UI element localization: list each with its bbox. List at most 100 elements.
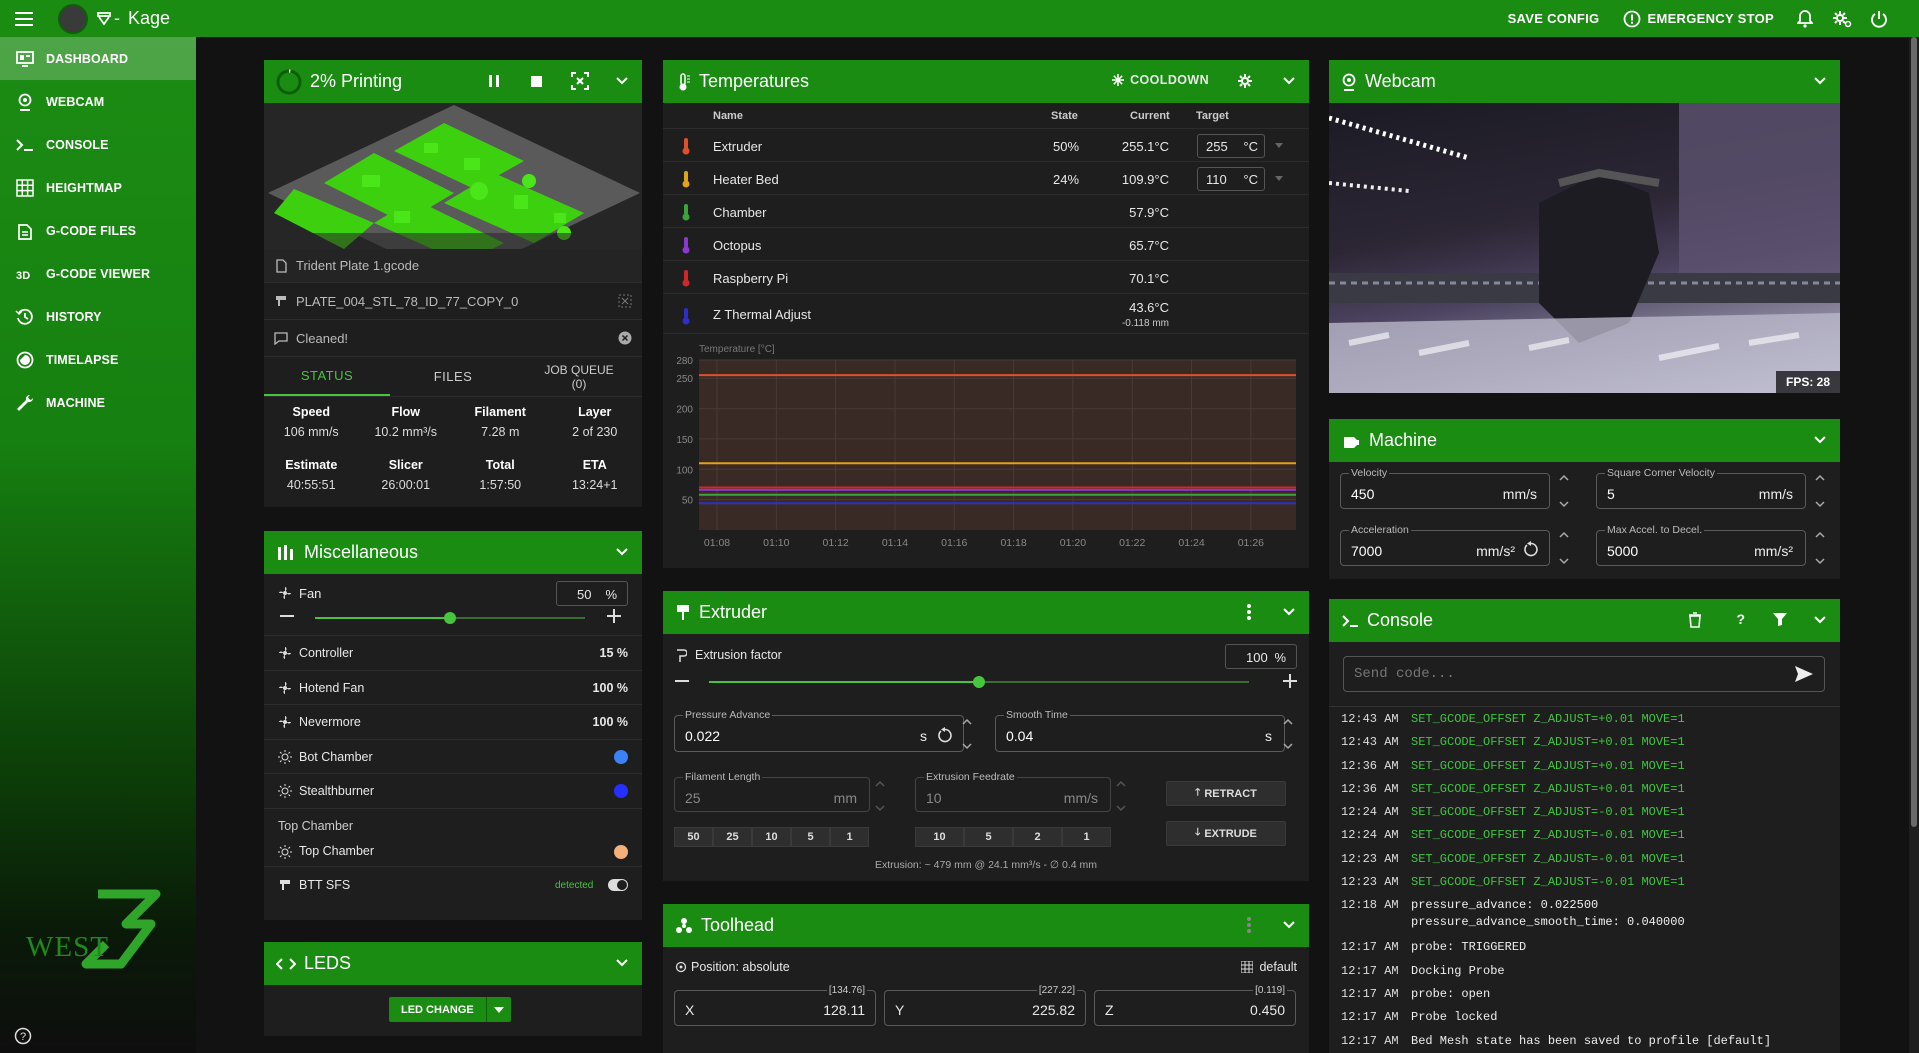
chevron-down-icon[interactable] — [1281, 917, 1297, 933]
exclude-object-icon[interactable] — [570, 71, 590, 91]
increment-arrows[interactable] — [1813, 471, 1827, 511]
sidebar-item-webcam[interactable]: WEBCAM — [0, 80, 196, 123]
increment-arrows[interactable] — [1281, 715, 1295, 753]
chevron-down-icon[interactable] — [614, 544, 630, 560]
power-icon[interactable] — [1860, 0, 1897, 37]
console-input[interactable] — [1354, 666, 1774, 682]
menu-icon[interactable] — [12, 7, 36, 31]
preset-dropdown-icon[interactable] — [1275, 176, 1283, 181]
square-corner-velocity-input[interactable] — [1607, 486, 1732, 502]
axis-y-field[interactable]: Y 225.82 [227.22] — [884, 985, 1086, 1026]
chevron-down-icon[interactable] — [1281, 604, 1297, 620]
sidebar-item-g-code-viewer[interactable]: 3D G-CODE VIEWER — [0, 252, 196, 295]
increment-arrows[interactable] — [1557, 528, 1571, 568]
step-button-25[interactable]: 25 — [713, 827, 752, 847]
extrusion-factor-input[interactable]: 100 % — [1225, 644, 1297, 669]
chevron-down-icon[interactable] — [1812, 73, 1828, 89]
smooth-time-input[interactable] — [1006, 728, 1179, 744]
temp-target-input[interactable]: 255 °C — [1197, 134, 1265, 158]
velocity-input[interactable] — [1351, 486, 1476, 502]
settings-icon[interactable] — [1823, 0, 1860, 37]
chevron-down-icon[interactable] — [614, 955, 630, 971]
square-corner-velocity-field[interactable]: Square Corner Velocity mm/s — [1596, 467, 1806, 509]
dismiss-message-icon[interactable] — [618, 331, 632, 345]
sidebar-item-console[interactable]: CONSOLE — [0, 123, 196, 166]
pressure-advance-field[interactable]: Pressure Advance s — [674, 709, 964, 752]
max-accel-to-decel-field[interactable]: Max Accel. to Decel. mm/s² — [1596, 524, 1806, 566]
step-button-1[interactable]: 1 — [1062, 827, 1111, 847]
led-color-swatch[interactable] — [614, 749, 628, 764]
velocity-field[interactable]: Velocity mm/s — [1340, 467, 1550, 509]
fan-slider-thumb[interactable] — [444, 612, 456, 624]
step-button-10[interactable]: 10 — [752, 827, 791, 847]
help-icon[interactable]: ? — [14, 1027, 32, 1045]
extrusion-feedrate-field[interactable]: Extrusion Feedrate mm/s — [915, 771, 1111, 812]
temp-target-input[interactable]: 110 °C — [1197, 167, 1265, 191]
minus-icon[interactable] — [675, 680, 689, 684]
tab-job-queue[interactable]: JOB QUEUE (0) — [516, 357, 642, 396]
max-accel-to-decel-input[interactable] — [1607, 543, 1732, 559]
step-button-50[interactable]: 50 — [674, 827, 713, 847]
tab-status[interactable]: STATUS — [264, 357, 390, 396]
sidebar-item-g-code-files[interactable]: G-CODE FILES — [0, 209, 196, 252]
step-button-1[interactable]: 1 — [830, 827, 869, 847]
increment-arrows[interactable] — [1813, 528, 1827, 568]
send-icon[interactable] — [1794, 665, 1814, 683]
top-chamber-color-swatch[interactable] — [614, 844, 628, 859]
sfs-toggle[interactable] — [608, 878, 628, 891]
increment-arrows[interactable] — [1114, 777, 1128, 815]
led-change-dropdown-icon[interactable] — [485, 997, 511, 1022]
minus-icon[interactable] — [280, 615, 294, 619]
axis-z-field[interactable]: Z 0.450 [0.119] — [1094, 985, 1296, 1026]
filter-icon[interactable] — [1773, 612, 1787, 626]
acceleration-input[interactable] — [1351, 543, 1476, 559]
retract-button[interactable]: 🡑 RETRACT — [1166, 781, 1286, 806]
exclude-objects-icon[interactable] — [618, 294, 632, 308]
sidebar-item-timelapse[interactable]: TIMELAPSE — [0, 338, 196, 381]
fan-input[interactable]: 50 % — [556, 581, 628, 606]
bell-icon[interactable] — [1786, 0, 1823, 37]
more-vert-icon[interactable] — [1247, 604, 1251, 620]
plus-icon[interactable] — [1283, 674, 1297, 688]
tab-files[interactable]: FILES — [390, 357, 516, 396]
filament-length-field[interactable]: Filament Length mm — [674, 771, 870, 812]
sidebar-item-machine[interactable]: MACHINE — [0, 381, 196, 424]
extrusion-feedrate-input[interactable] — [926, 790, 1043, 806]
preset-dropdown-icon[interactable] — [1275, 143, 1283, 148]
increment-arrows[interactable] — [873, 777, 887, 815]
acceleration-field[interactable]: Acceleration mm/s² — [1340, 524, 1550, 566]
more-vert-icon[interactable] — [1247, 917, 1251, 933]
chevron-down-icon[interactable] — [1281, 73, 1297, 89]
plus-icon[interactable] — [607, 609, 621, 623]
help-icon[interactable]: ? — [1736, 611, 1745, 627]
emergency-stop-button[interactable]: EMERGENCY STOP — [1611, 0, 1786, 37]
led-change-button[interactable]: LED CHANGE — [389, 997, 486, 1022]
scrollbar-thumb[interactable] — [1911, 37, 1917, 827]
sidebar-item-heightmap[interactable]: HEIGHTMAP — [0, 166, 196, 209]
extrude-button[interactable]: 🡓 EXTRUDE — [1166, 821, 1286, 846]
stop-icon[interactable] — [528, 71, 546, 91]
chevron-down-icon[interactable] — [1812, 432, 1828, 448]
chevron-down-icon[interactable] — [614, 73, 630, 89]
chevron-down-icon[interactable] — [1812, 612, 1828, 628]
step-button-5[interactable]: 5 — [964, 827, 1013, 847]
led-color-swatch[interactable] — [614, 784, 628, 798]
smooth-time-field[interactable]: Smooth Time s — [995, 709, 1285, 752]
sidebar-item-history[interactable]: HISTORY — [0, 295, 196, 338]
reset-icon[interactable] — [1523, 541, 1539, 557]
mesh-profile[interactable]: default — [1241, 960, 1297, 974]
extrusion-factor-thumb[interactable] — [973, 676, 985, 688]
step-button-2[interactable]: 2 — [1013, 827, 1062, 847]
sidebar-item-dashboard[interactable]: DASHBOARD — [0, 37, 196, 80]
console-input-field[interactable] — [1343, 656, 1825, 692]
fan-slider-track[interactable] — [315, 612, 585, 624]
step-button-5[interactable]: 5 — [791, 827, 830, 847]
filament-length-input[interactable] — [685, 790, 802, 806]
pressure-advance-input[interactable] — [685, 728, 858, 744]
clear-console-icon[interactable] — [1688, 612, 1702, 628]
increment-arrows[interactable] — [960, 715, 974, 753]
cooldown-button[interactable]: COOLDOWN — [1112, 73, 1209, 87]
reset-icon[interactable] — [937, 727, 953, 743]
increment-arrows[interactable] — [1557, 471, 1571, 511]
step-button-10[interactable]: 10 — [915, 827, 964, 847]
